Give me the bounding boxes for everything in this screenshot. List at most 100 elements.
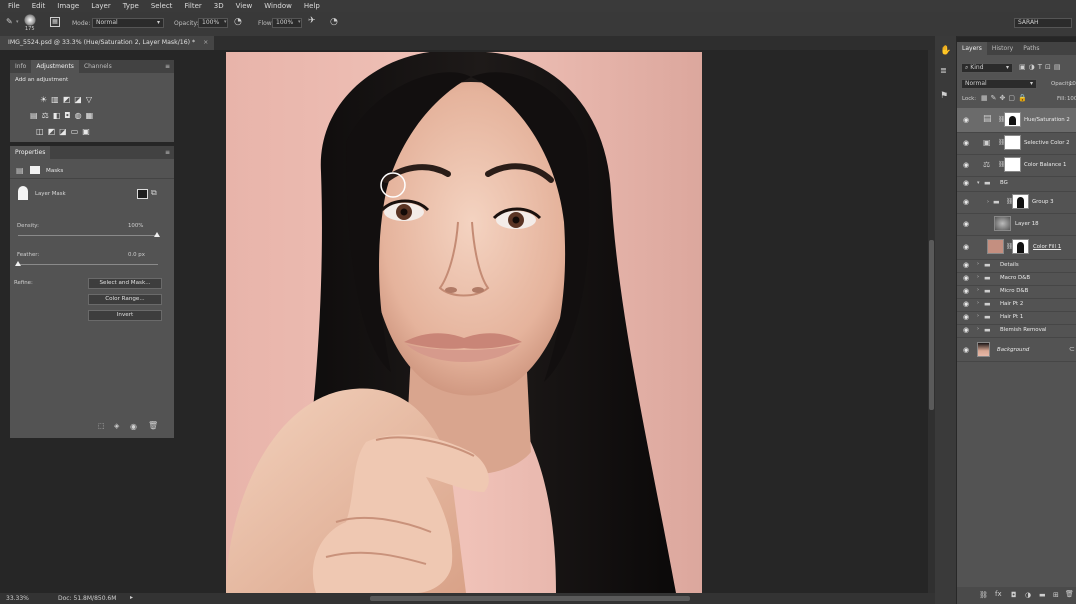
vertical-scroll-thumb[interactable] bbox=[929, 240, 934, 410]
apply-mask-icon[interactable]: ◈ bbox=[114, 422, 119, 430]
hue-saturation-icon[interactable]: ▤ bbox=[30, 111, 42, 120]
layer-row-layer-18[interactable]: ◉ Layer 18 bbox=[957, 213, 1076, 236]
layer-name[interactable]: Macro D&B bbox=[1000, 275, 1030, 281]
paragraph-icon[interactable]: ≣ bbox=[940, 66, 947, 75]
document-tab[interactable]: IMG_5524.psd @ 33.3% (Hue/Saturation 2, … bbox=[0, 36, 215, 50]
layer-name[interactable]: Layer 18 bbox=[1015, 221, 1039, 227]
layer-name[interactable]: Details bbox=[1000, 262, 1019, 268]
layer-row-macro-db[interactable]: ◉ › ▬ Macro D&B bbox=[957, 272, 1076, 286]
layer-name[interactable]: Background bbox=[997, 347, 1029, 353]
feather-slider-handle[interactable] bbox=[15, 261, 21, 266]
filter-shape-icon[interactable]: ⊡ bbox=[1045, 63, 1054, 71]
eye-icon[interactable]: ◉ bbox=[963, 326, 969, 334]
menu-type[interactable]: Type bbox=[123, 0, 139, 12]
curves-icon[interactable]: ◩ bbox=[63, 95, 75, 104]
adjustment-properties-icon[interactable]: ▤ bbox=[16, 166, 24, 175]
posterize-icon[interactable]: ◩ bbox=[48, 127, 60, 136]
eye-icon[interactable]: ◉ bbox=[963, 179, 969, 187]
lock-transparent-icon[interactable]: ▦ bbox=[981, 94, 991, 102]
layer-row-details[interactable]: ◉ › ▬ Details bbox=[957, 259, 1076, 273]
layer-row-hair-pt-1[interactable]: ◉ › ▬ Hair Pt 1 bbox=[957, 311, 1076, 325]
threshold-icon[interactable]: ◪ bbox=[59, 127, 71, 136]
eye-icon[interactable]: ◉ bbox=[963, 313, 969, 321]
tab-history[interactable]: History bbox=[987, 42, 1018, 55]
layer-name[interactable]: Hair Pt 1 bbox=[1000, 314, 1023, 320]
black-white-icon[interactable]: ◧ bbox=[53, 111, 65, 120]
layer-filter-select[interactable]: ⌕ Kind ▾ bbox=[961, 63, 1013, 73]
layer-name[interactable]: Hue/Saturation 2 bbox=[1024, 117, 1070, 123]
lock-paint-icon[interactable]: ✎ bbox=[991, 94, 1000, 102]
flow-chevron-icon[interactable]: ▾ bbox=[298, 19, 301, 25]
airbrush-icon[interactable]: ✈ bbox=[308, 16, 316, 26]
add-vector-mask-icon[interactable]: ⧉ bbox=[151, 188, 157, 198]
tab-paths[interactable]: Paths bbox=[1018, 42, 1044, 55]
fill-value[interactable]: 100 bbox=[1067, 96, 1076, 102]
invert-button[interactable]: Invert bbox=[88, 310, 162, 321]
layer-row-color-fill-1[interactable]: ◉ ⛓ Color Fill 1 bbox=[957, 235, 1076, 260]
panel-menu-icon[interactable]: ≡ bbox=[165, 63, 170, 70]
eye-icon[interactable]: ◉ bbox=[963, 220, 969, 228]
layer-name[interactable]: Micro D&B bbox=[1000, 288, 1028, 294]
exposure-icon[interactable]: ◪ bbox=[74, 95, 86, 104]
menu-edit[interactable]: Edit bbox=[32, 0, 46, 12]
layer-name[interactable]: Group 3 bbox=[1032, 199, 1054, 205]
layer-row-color-balance-1[interactable]: ◉ ⚖ ⛓ Color Balance 1 bbox=[957, 154, 1076, 177]
density-slider-handle[interactable] bbox=[154, 232, 160, 237]
layer-row-hue-saturation-2[interactable]: ◉ ▤ ⛓ Hue/Saturation 2 bbox=[957, 108, 1076, 133]
eye-icon[interactable]: ◉ bbox=[963, 261, 969, 269]
menu-file[interactable]: File bbox=[8, 0, 20, 12]
background-thumbnail[interactable] bbox=[977, 342, 990, 357]
eye-icon[interactable]: ◉ bbox=[963, 139, 969, 147]
photo-filter-icon[interactable]: ◘ bbox=[64, 111, 74, 120]
workspace-switcher[interactable]: SARAH bbox=[1014, 18, 1072, 28]
density-value[interactable]: 100% bbox=[128, 223, 143, 229]
delete-layer-icon[interactable]: 🗑 bbox=[1065, 590, 1074, 598]
filter-pixel-icon[interactable]: ▣ bbox=[1019, 63, 1029, 71]
delete-mask-icon[interactable]: 🗑 bbox=[148, 421, 158, 430]
add-mask-icon[interactable]: ◘ bbox=[1011, 591, 1017, 599]
menu-view[interactable]: View bbox=[236, 0, 253, 12]
status-arrow-icon[interactable]: ▸ bbox=[130, 594, 133, 601]
layer-row-micro-db[interactable]: ◉ › ▬ Micro D&B bbox=[957, 285, 1076, 299]
layer-row-group-3[interactable]: ◉ › ▬ ⛓ Group 3 bbox=[957, 191, 1076, 214]
doc-size[interactable]: Doc: 51.8M/850.6M bbox=[58, 595, 116, 602]
menu-filter[interactable]: Filter bbox=[184, 0, 201, 12]
fill-swatch-thumbnail[interactable] bbox=[987, 239, 1004, 254]
eye-icon[interactable]: ◉ bbox=[963, 116, 969, 124]
layer-name[interactable]: BG bbox=[1000, 180, 1008, 186]
density-slider[interactable] bbox=[18, 235, 158, 236]
menu-help[interactable]: Help bbox=[304, 0, 320, 12]
menu-image[interactable]: Image bbox=[57, 0, 79, 12]
layer-opacity-value[interactable]: 100 bbox=[1069, 81, 1076, 87]
menu-window[interactable]: Window bbox=[264, 0, 292, 12]
portrait-photo[interactable] bbox=[226, 52, 702, 593]
close-icon[interactable]: × bbox=[203, 39, 208, 46]
feather-value[interactable]: 0.0 px bbox=[128, 252, 145, 258]
select-pixel-mask-icon[interactable] bbox=[137, 189, 148, 199]
tab-layers[interactable]: Layers bbox=[957, 42, 987, 55]
chevron-right-icon[interactable]: › bbox=[977, 313, 979, 319]
color-lookup-icon[interactable]: ▦ bbox=[86, 111, 98, 120]
color-range-button[interactable]: Color Range... bbox=[88, 294, 162, 305]
eye-icon[interactable]: ◉ bbox=[963, 346, 969, 354]
eye-icon[interactable]: ◉ bbox=[963, 274, 969, 282]
layer-row-bg-group[interactable]: ◉ ▾ ▬ BG bbox=[957, 176, 1076, 192]
new-layer-icon[interactable]: ⊞ bbox=[1053, 591, 1059, 599]
new-adjustment-icon[interactable]: ◑ bbox=[1025, 591, 1031, 599]
layer-name[interactable]: Hair Pt 2 bbox=[1000, 301, 1023, 307]
brush-presets-icon[interactable]: ✋ bbox=[940, 46, 951, 56]
link-layers-icon[interactable]: ⛓ bbox=[979, 591, 988, 599]
chevron-right-icon[interactable]: › bbox=[977, 261, 979, 267]
layer-name[interactable]: Blemish Removal bbox=[1000, 327, 1047, 333]
vibrance-icon[interactable]: ▽ bbox=[86, 95, 96, 104]
horizontal-scroll-thumb[interactable] bbox=[370, 596, 690, 601]
chevron-right-icon[interactable]: › bbox=[977, 326, 979, 332]
mask-properties-icon[interactable] bbox=[30, 166, 40, 174]
channel-mixer-icon[interactable]: ◍ bbox=[75, 111, 86, 120]
layer-row-hair-pt-2[interactable]: ◉ › ▬ Hair Pt 2 bbox=[957, 298, 1076, 312]
select-and-mask-button[interactable]: Select and Mask... bbox=[88, 278, 162, 289]
chevron-right-icon[interactable]: › bbox=[987, 199, 989, 205]
selective-color-icon[interactable]: ▣ bbox=[82, 127, 94, 136]
properties-menu-icon[interactable]: ≡ bbox=[165, 149, 170, 156]
tab-info[interactable]: Info bbox=[10, 60, 31, 73]
